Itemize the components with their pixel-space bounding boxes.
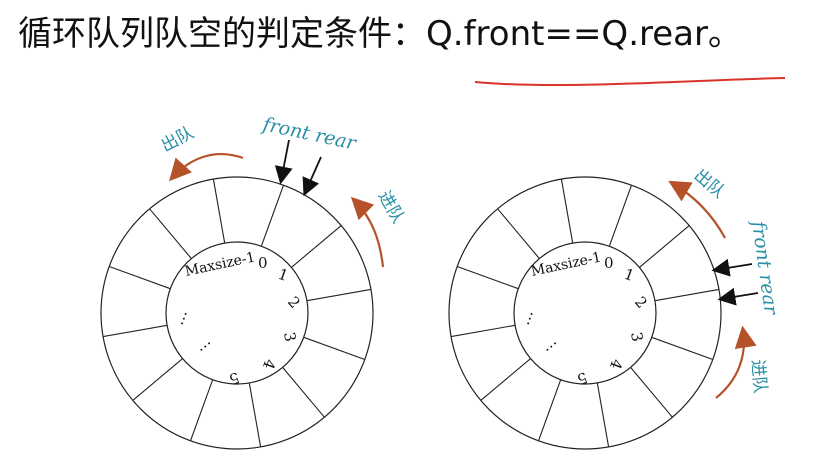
cell-divider-right (537, 379, 562, 441)
dots-1-right: … (515, 307, 537, 327)
cell-divider-right (457, 265, 519, 290)
cell-divider-right (654, 288, 719, 302)
cell-divider-left (132, 358, 183, 401)
cell-divider-left (103, 324, 168, 338)
cell-divider-left (212, 179, 226, 244)
dots-2-right: … (537, 332, 560, 355)
index-4-right: 4 (606, 357, 626, 372)
cell-divider-right (596, 382, 610, 447)
dots-2-left: … (191, 332, 214, 355)
maxsize-label-left: Maxsize-1 (184, 249, 257, 280)
cell-divider-right (497, 208, 540, 259)
index-2-right: 2 (631, 293, 651, 312)
enqueue-arrow-right (715, 325, 757, 399)
index-2-left: 2 (284, 293, 304, 312)
enqueue-label-right: 进队 (747, 359, 770, 395)
enqueue-arrow-left (350, 196, 385, 268)
index-5-right: 5 (575, 368, 590, 388)
pointer-labels-left: front rear (259, 113, 360, 155)
cell-divider-left (149, 208, 192, 259)
index-0-right: 0 (604, 254, 614, 272)
cell-divider-right (451, 324, 516, 338)
cell-divider-right (560, 179, 574, 244)
cell-divider-left (282, 367, 325, 418)
circular-queue-diagram: Maxsize-1 0 1 2 3 4 5 … … Maxsize-1 0 1 … (100, 113, 782, 450)
index-5-left: 5 (227, 368, 242, 388)
index-1-right: 1 (622, 265, 637, 285)
cell-divider-left (189, 379, 214, 441)
dots-1-left: … (169, 307, 191, 327)
rear-arrow-right (717, 287, 759, 306)
maxsize-label-right: Maxsize-1 (530, 249, 603, 280)
index-0-left: 0 (258, 254, 268, 272)
cell-divider-left (291, 225, 342, 268)
cell-divider-right (480, 358, 531, 401)
index-3-right: 3 (627, 331, 646, 344)
pointer-labels-right: front rear (747, 218, 782, 318)
cell-divider-left (109, 265, 171, 290)
index-4-left: 4 (259, 357, 279, 372)
front-arrow-right (711, 258, 753, 277)
cell-divider-left (306, 288, 371, 302)
enqueue-label-left: 进队 (374, 188, 408, 227)
ring-left (100, 176, 374, 450)
cell-divider-right (630, 367, 673, 418)
front-arrow-left (274, 139, 293, 185)
dequeue-label-left: 出队 (158, 123, 197, 157)
cell-divider-left (260, 185, 285, 247)
cell-divider-right (651, 336, 713, 361)
ring-right (448, 176, 722, 450)
index-3-left: 3 (280, 331, 299, 344)
rear-arrow-left (302, 156, 322, 197)
cell-divider-right (639, 225, 690, 268)
cell-divider-left (303, 336, 365, 361)
cell-divider-right (608, 185, 633, 247)
index-1-left: 1 (276, 265, 291, 285)
dequeue-label-right: 出队 (690, 166, 729, 203)
dequeue-arrow-left (169, 153, 244, 182)
cell-divider-left (248, 382, 262, 447)
